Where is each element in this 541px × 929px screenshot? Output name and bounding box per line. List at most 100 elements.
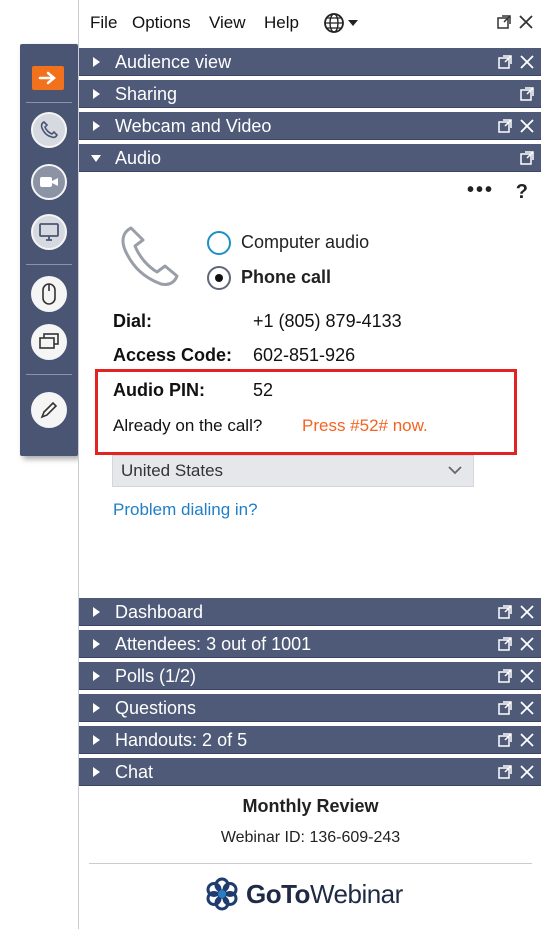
close-icon[interactable] bbox=[519, 54, 535, 70]
control-panel: File Options View Help Audience view Sha… bbox=[78, 0, 541, 929]
popout-icon[interactable] bbox=[497, 668, 513, 684]
divider bbox=[89, 863, 532, 864]
popout-icon[interactable] bbox=[497, 636, 513, 652]
gotowebinar-flower-icon bbox=[206, 877, 238, 911]
phone-call-label[interactable]: Phone call bbox=[241, 267, 331, 288]
country-select[interactable]: United States bbox=[112, 455, 474, 487]
close-icon[interactable] bbox=[519, 118, 535, 134]
panel-header-attendees[interactable]: Attendees: 3 out of 1001 bbox=[79, 630, 541, 658]
access-code-value: 602-851-926 bbox=[253, 345, 356, 365]
audio-pin-label: Audio PIN: bbox=[113, 380, 205, 400]
panel-header-label: Audience view bbox=[115, 52, 232, 72]
problem-dialing-link[interactable]: Problem dialing in? bbox=[113, 500, 258, 520]
already-on-call-text: Already on the call? bbox=[113, 416, 263, 435]
menu-bar: File Options View Help bbox=[79, 0, 541, 46]
press-pin-text: Press #52# now. bbox=[302, 416, 428, 435]
chevron-right-icon bbox=[93, 89, 100, 99]
close-icon[interactable] bbox=[518, 14, 534, 30]
popout-icon[interactable] bbox=[519, 86, 535, 102]
popout-icon[interactable] bbox=[519, 150, 535, 166]
phone-button[interactable] bbox=[31, 112, 67, 148]
panel-header-audio[interactable]: Audio bbox=[79, 144, 541, 172]
popout-icon[interactable] bbox=[497, 764, 513, 780]
close-icon[interactable] bbox=[519, 668, 535, 684]
computer-audio-radio[interactable] bbox=[207, 231, 231, 255]
more-options-button[interactable]: ••• bbox=[467, 179, 494, 202]
panel-header-label: Chat bbox=[115, 762, 154, 782]
mouse-icon bbox=[42, 283, 56, 305]
drawing-tools-button[interactable] bbox=[31, 392, 67, 428]
popout-icon[interactable] bbox=[497, 604, 513, 620]
popout-icon[interactable] bbox=[497, 118, 513, 134]
collapse-arrow-button[interactable] bbox=[32, 66, 64, 90]
menu-file[interactable]: File bbox=[90, 13, 117, 33]
close-icon[interactable] bbox=[519, 764, 535, 780]
chevron-right-icon bbox=[93, 735, 100, 745]
window-controls bbox=[496, 14, 534, 30]
panel-header-handouts[interactable]: Handouts: 2 of 5 bbox=[79, 726, 541, 754]
multi-screen-button[interactable] bbox=[31, 324, 67, 360]
divider bbox=[26, 102, 72, 103]
popout-icon[interactable] bbox=[496, 14, 512, 30]
brand-goto: GoTo bbox=[246, 878, 310, 909]
panel-header-label: Webcam and Video bbox=[115, 116, 272, 136]
panel-header-dashboard[interactable]: Dashboard bbox=[79, 598, 541, 626]
screen-share-button[interactable] bbox=[31, 214, 67, 250]
webinar-id: Webinar ID: 136-609-243 bbox=[220, 829, 401, 846]
menu-view[interactable]: View bbox=[209, 13, 246, 33]
panel-header-webcam[interactable]: Webcam and Video bbox=[79, 112, 541, 140]
close-icon[interactable] bbox=[519, 732, 535, 748]
panel-header-sharing[interactable]: Sharing bbox=[79, 80, 541, 108]
globe-icon[interactable] bbox=[323, 12, 345, 34]
pencil-icon bbox=[40, 401, 58, 419]
country-select-value: United States bbox=[121, 461, 224, 480]
panel-header-polls[interactable]: Polls (1/2) bbox=[79, 662, 541, 690]
chevron-right-icon bbox=[93, 121, 100, 131]
webinar-title: Monthly Review bbox=[242, 796, 379, 816]
panel-header-chat[interactable]: Chat bbox=[79, 758, 541, 786]
menu-help[interactable]: Help bbox=[264, 13, 299, 33]
webcam-icon bbox=[40, 177, 58, 187]
chevron-down-icon bbox=[91, 155, 101, 162]
close-icon[interactable] bbox=[519, 636, 535, 652]
divider bbox=[26, 374, 72, 375]
close-icon[interactable] bbox=[519, 604, 535, 620]
menu-options[interactable]: Options bbox=[132, 13, 191, 33]
panel-header-label: Polls (1/2) bbox=[115, 666, 197, 686]
chevron-right-icon bbox=[93, 767, 100, 777]
chevron-right-icon bbox=[93, 703, 100, 713]
webcam-button[interactable] bbox=[31, 164, 67, 200]
help-button[interactable]: ? bbox=[516, 181, 528, 204]
popout-icon[interactable] bbox=[497, 54, 513, 70]
mouse-control-button[interactable] bbox=[31, 276, 67, 312]
chevron-down-icon[interactable] bbox=[348, 20, 358, 26]
grab-tab bbox=[20, 44, 78, 456]
panel-header-label: Questions bbox=[115, 698, 197, 718]
panel-header-label: Audio bbox=[115, 148, 162, 168]
panel-header-audience-view[interactable]: Audience view bbox=[79, 48, 541, 76]
chevron-right-icon bbox=[93, 57, 100, 67]
dial-label: Dial: bbox=[113, 311, 153, 331]
phone-icon bbox=[40, 121, 58, 139]
dial-number: +1 (805) 879-4133 bbox=[253, 311, 402, 331]
screens-icon bbox=[39, 333, 59, 349]
panel-header-questions[interactable]: Questions bbox=[79, 694, 541, 722]
chevron-down-icon bbox=[448, 466, 462, 475]
chevron-right-icon bbox=[93, 639, 100, 649]
monitor-icon bbox=[39, 223, 59, 241]
phone-handset-icon bbox=[121, 226, 179, 286]
chevron-right-icon bbox=[93, 607, 100, 617]
divider bbox=[26, 264, 72, 265]
brand-webinar: Webinar bbox=[309, 878, 403, 909]
access-code-label: Access Code: bbox=[113, 345, 233, 365]
chevron-right-icon bbox=[93, 671, 100, 681]
panel-header-label: Attendees: 3 out of 1001 bbox=[115, 634, 312, 654]
audio-pin-value: 52 bbox=[253, 380, 274, 400]
close-icon[interactable] bbox=[519, 700, 535, 716]
computer-audio-label[interactable]: Computer audio bbox=[241, 232, 369, 253]
phone-call-radio[interactable] bbox=[207, 266, 231, 290]
popout-icon[interactable] bbox=[497, 700, 513, 716]
panel-header-label: Dashboard bbox=[115, 602, 204, 622]
popout-icon[interactable] bbox=[497, 732, 513, 748]
panel-header-label: Sharing bbox=[115, 84, 178, 104]
